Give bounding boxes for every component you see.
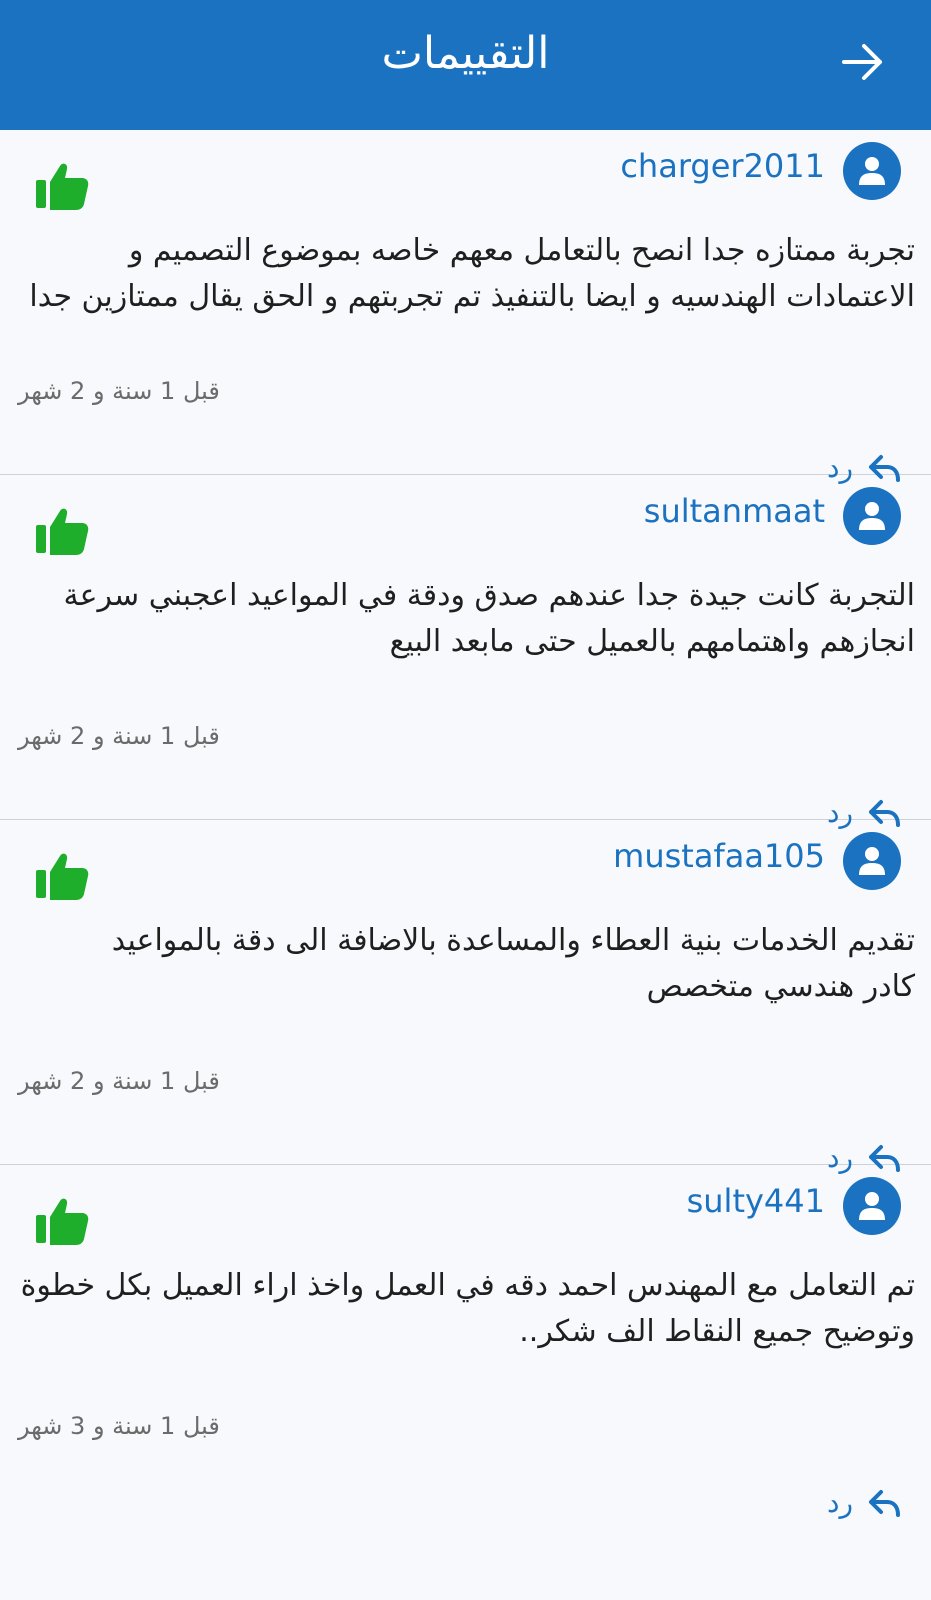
app-header: التقييمات <box>0 0 931 130</box>
review-username[interactable]: charger2011 <box>620 146 825 186</box>
back-button[interactable] <box>835 34 891 90</box>
review-item: mustafaa105 تقديم الخدمات بنية العطاء وا… <box>0 820 931 1174</box>
user-avatar-icon[interactable] <box>843 142 901 200</box>
reply-label: رد <box>827 1486 853 1519</box>
review-item: sultanmaat التجربة كانت جيدة جدا عندهم ص… <box>0 475 931 829</box>
review-timestamp: قبل 1 سنة و 2 شهر <box>18 1067 220 1095</box>
review-timestamp: قبل 1 سنة و 3 شهر <box>18 1412 220 1440</box>
review-timestamp: قبل 1 سنة و 2 شهر <box>18 377 220 405</box>
review-item: sulty441 تم التعامل مع المهندس احمد دقه … <box>0 1165 931 1519</box>
page-title: التقييمات <box>381 28 550 79</box>
review-timestamp: قبل 1 سنة و 2 شهر <box>18 722 220 750</box>
reply-button[interactable]: رد <box>827 1485 901 1521</box>
review-text: تجربة ممتازه جدا انصح بالتعامل معهم خاصه… <box>29 233 915 314</box>
reply-icon <box>869 1490 900 1517</box>
thumbs-up-icon <box>36 163 89 210</box>
user-avatar-icon[interactable] <box>843 832 901 890</box>
review-item: charger2011 تجربة ممتازه جدا انصح بالتعا… <box>0 130 931 484</box>
thumbs-up-icon <box>36 1198 89 1245</box>
user-avatar-icon[interactable] <box>843 487 901 545</box>
thumbs-up-icon <box>36 853 89 900</box>
review-username[interactable]: mustafaa105 <box>613 836 825 876</box>
review-username[interactable]: sulty441 <box>687 1181 825 1221</box>
review-text: تقديم الخدمات بنية العطاء والمساعدة بالا… <box>111 923 915 1004</box>
thumbs-up-icon <box>36 508 89 555</box>
review-text: تم التعامل مع المهندس احمد دقه في العمل … <box>20 1268 915 1349</box>
review-username[interactable]: sultanmaat <box>644 491 825 531</box>
review-text: التجربة كانت جيدة جدا عندهم صدق ودقة في … <box>63 578 916 659</box>
arrow-right-icon <box>842 44 882 80</box>
user-avatar-icon[interactable] <box>843 1177 901 1235</box>
reviews-list: charger2011 تجربة ممتازه جدا انصح بالتعا… <box>0 130 931 1519</box>
